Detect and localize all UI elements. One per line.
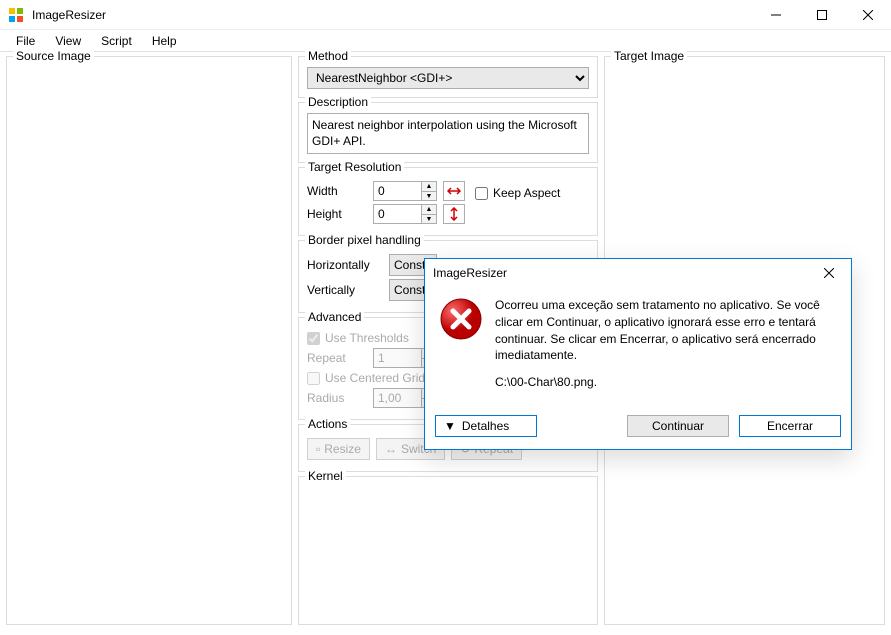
border-v-label: Vertically [307,283,383,297]
kernel-panel: Kernel [298,476,598,625]
height-input[interactable] [373,204,421,224]
close-app-button[interactable]: Encerrar [739,415,841,437]
keep-aspect-label: Keep Aspect [493,186,560,200]
error-dialog: ImageResizer Ocorreu uma exceção sem tra… [424,258,852,450]
target-resolution-panel: Target Resolution Width ▲▼ Heig [298,167,598,236]
maximize-button[interactable] [799,0,845,30]
description-legend: Description [305,95,371,109]
width-up[interactable]: ▲ [421,181,437,191]
continue-button[interactable]: Continuar [627,415,729,437]
thresholds-label: Use Thresholds [325,331,409,345]
centered-grid-label: Use Centered Grid [325,371,425,385]
width-input[interactable] [373,181,421,201]
window-title: ImageResizer [32,8,753,22]
repeat-label: Repeat [307,351,367,365]
repeat-input [373,348,421,368]
centered-grid-checkbox [307,372,320,385]
flip-horizontal-icon[interactable] [443,181,465,201]
app-icon [8,7,24,23]
dialog-message: Ocorreu uma exceção sem tratamento no ap… [495,297,837,364]
height-label: Height [307,207,367,221]
target-resolution-legend: Target Resolution [305,160,404,174]
advanced-legend: Advanced [305,310,364,324]
border-legend: Border pixel handling [305,233,424,247]
kernel-legend: Kernel [305,469,346,483]
dialog-path: C:\00-Char\80.png. [495,374,837,391]
details-button[interactable]: ▼ Detalhes [435,415,537,437]
height-up[interactable]: ▲ [421,204,437,214]
width-label: Width [307,184,367,198]
dialog-close-button[interactable] [815,261,843,285]
radius-input [373,388,421,408]
menu-help[interactable]: Help [144,32,185,50]
resize-button: ▫ Resize [307,438,370,460]
thresholds-checkbox [307,332,320,345]
chevron-down-icon: ▼ [444,419,456,433]
menubar: File View Script Help [0,30,891,52]
height-down[interactable]: ▼ [421,214,437,224]
flip-vertical-icon[interactable] [443,204,465,224]
close-button[interactable] [845,0,891,30]
method-panel: Method NearestNeighbor <GDI+> [298,56,598,98]
menu-file[interactable]: File [8,32,43,50]
width-down[interactable]: ▼ [421,191,437,201]
border-h-label: Horizontally [307,258,383,272]
menu-script[interactable]: Script [93,32,140,50]
description-panel: Description Nearest neighbor interpolati… [298,102,598,163]
keep-aspect-checkbox[interactable] [475,187,488,200]
titlebar: ImageResizer [0,0,891,30]
dialog-titlebar: ImageResizer [425,259,851,287]
height-spinner[interactable]: ▲▼ [373,204,437,224]
menu-view[interactable]: View [47,32,89,50]
method-legend: Method [305,49,351,63]
source-image-legend: Source Image [13,49,94,63]
description-text: Nearest neighbor interpolation using the… [307,113,589,154]
actions-legend: Actions [305,417,350,431]
width-spinner[interactable]: ▲▼ [373,181,437,201]
radius-label: Radius [307,391,367,405]
source-image-panel: Source Image [6,56,292,625]
target-image-legend: Target Image [611,49,687,63]
error-icon [439,297,483,401]
resize-icon: ▫ [316,442,320,456]
switch-icon: ↔ [385,442,397,456]
dialog-title: ImageResizer [433,266,815,280]
minimize-button[interactable] [753,0,799,30]
method-select[interactable]: NearestNeighbor <GDI+> [307,67,589,89]
